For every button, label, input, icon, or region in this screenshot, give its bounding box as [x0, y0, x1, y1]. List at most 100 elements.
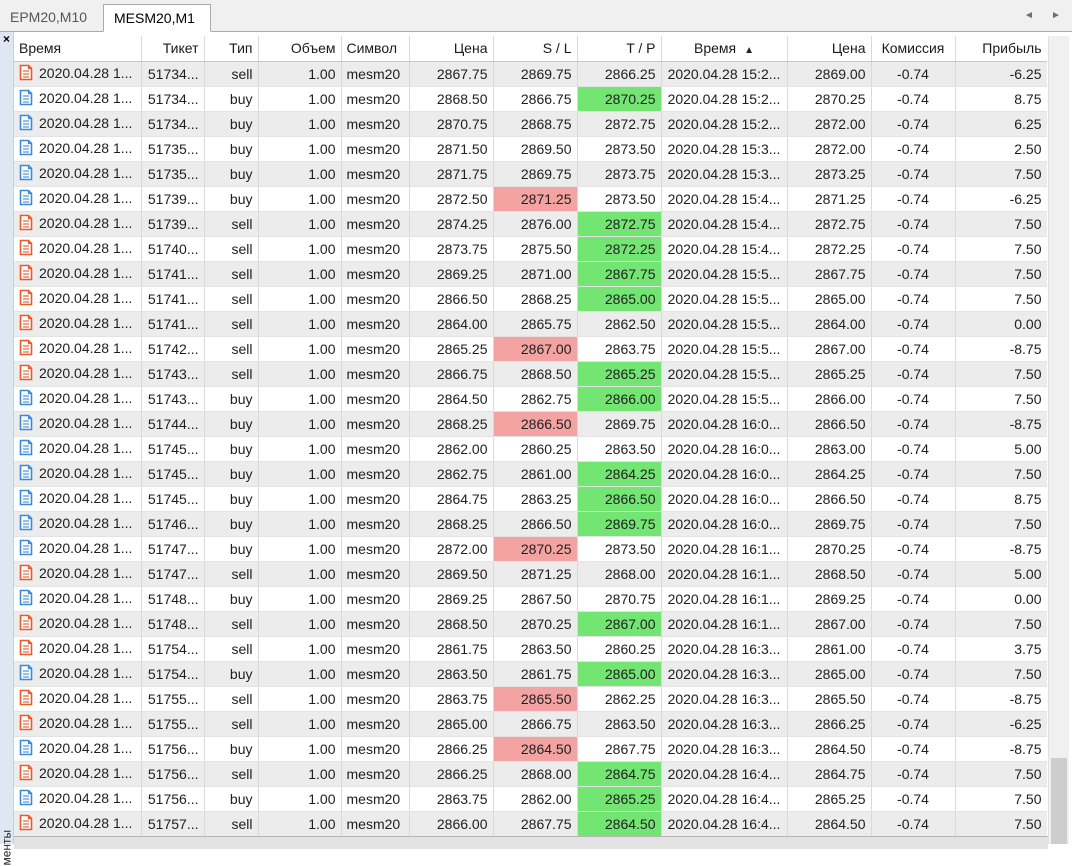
- column-header-tp[interactable]: T / P: [577, 36, 662, 62]
- cell-close-price: 2864.25: [787, 461, 872, 487]
- cell-sl: 2875.50: [493, 236, 578, 262]
- table-row[interactable]: 2020.04.28 1... 51741... sell 1.00 mesm20 286…: [14, 311, 1047, 337]
- cell-text: 2020.04.28 1...: [39, 114, 133, 131]
- cell-close-time: 2020.04.28 16:4...: [661, 811, 788, 836]
- table-row[interactable]: 2020.04.28 1... 51734... buy 1.00 mesm20 2870…: [14, 111, 1047, 137]
- table-row[interactable]: 2020.04.28 1... 51744... buy 1.00 mesm20 2868…: [14, 411, 1047, 437]
- cell-close-time: 2020.04.28 16:0...: [661, 436, 788, 462]
- cell-time: 2020.04.28 1...: [14, 736, 142, 762]
- cell-profit: 2.50: [955, 136, 1047, 162]
- table-row[interactable]: 2020.04.28 1... 51756... buy 1.00 mesm20 2866…: [14, 736, 1047, 762]
- table-row[interactable]: 2020.04.28 1... 51754... sell 1.00 mesm20 286…: [14, 636, 1047, 662]
- tab-mesm20-m1[interactable]: MESM20,M1: [103, 4, 211, 32]
- cell-tp: 2865.25: [577, 786, 662, 812]
- buy-order-icon: [19, 140, 33, 156]
- tabs-scroll-left-icon[interactable]: ◄: [1022, 8, 1036, 24]
- cell-symbol: mesm20: [341, 236, 410, 262]
- column-header-commission[interactable]: Комиссия: [871, 36, 956, 62]
- column-header-ticket[interactable]: Тикет: [141, 36, 205, 62]
- table-row[interactable]: 2020.04.28 1... 51755... sell 1.00 mesm20 286…: [14, 686, 1047, 712]
- cell-symbol: mesm20: [341, 461, 410, 487]
- table-row[interactable]: 2020.04.28 1... 51745... buy 1.00 mesm20 2862…: [14, 436, 1047, 462]
- cell-sl: 2870.25: [493, 611, 578, 637]
- table-row[interactable]: 2020.04.28 1... 51745... buy 1.00 mesm20 2862…: [14, 461, 1047, 487]
- sort-ascending-icon: ▲: [744, 45, 755, 57]
- tabs-scroll-right-icon[interactable]: ►: [1049, 8, 1063, 24]
- cell-close-price: 2870.25: [787, 536, 872, 562]
- cell-volume: 1.00: [258, 411, 342, 437]
- column-header-price[interactable]: Цена: [409, 36, 494, 62]
- cell-price: 2868.25: [409, 511, 494, 537]
- table-row[interactable]: 2020.04.28 1... 51745... buy 1.00 mesm20 2864…: [14, 486, 1047, 512]
- table-row[interactable]: 2020.04.28 1... 51741... sell 1.00 mesm20 286…: [14, 261, 1047, 287]
- cell-symbol: mesm20: [341, 161, 410, 187]
- table-row[interactable]: 2020.04.28 1... 51756... buy 1.00 mesm20 2863…: [14, 786, 1047, 812]
- column-header-close-price[interactable]: Цена: [787, 36, 872, 62]
- cell-price: 2868.25: [409, 411, 494, 437]
- column-header-type[interactable]: Тип: [204, 36, 259, 62]
- cell-sl: 2868.00: [493, 761, 578, 787]
- cell-type: buy: [204, 486, 259, 512]
- table-row[interactable]: 2020.04.28 1... 51739... sell 1.00 mesm20 287…: [14, 211, 1047, 237]
- table-row[interactable]: 2020.04.28 1... 51741... sell 1.00 mesm20 286…: [14, 286, 1047, 312]
- cell-sl: 2865.75: [493, 311, 578, 337]
- cell-time: 2020.04.28 1...: [14, 686, 142, 712]
- column-header-volume[interactable]: Объем: [258, 36, 342, 62]
- cell-symbol: mesm20: [341, 86, 410, 112]
- table-row[interactable]: 2020.04.28 1... 51740... sell 1.00 mesm20 287…: [14, 236, 1047, 262]
- table-row[interactable]: 2020.04.28 1... 51734... buy 1.00 mesm20 2868…: [14, 86, 1047, 112]
- cell-type: sell: [204, 61, 259, 87]
- cell-ticket: 51735...: [141, 161, 205, 187]
- table-row[interactable]: 2020.04.28 1... 51734... sell 1.00 mesm20 286…: [14, 61, 1047, 87]
- cell-symbol: mesm20: [341, 211, 410, 237]
- cell-ticket: 51741...: [141, 286, 205, 312]
- cell-time: 2020.04.28 1...: [14, 536, 142, 562]
- column-header-symbol[interactable]: Символ: [341, 36, 410, 62]
- trade-history-table: Время Тикет Тип Объем Символ Цена S / L T / P Вр…: [14, 36, 1047, 836]
- column-header-sl[interactable]: S / L: [493, 36, 578, 62]
- table-row[interactable]: 2020.04.28 1... 51742... sell 1.00 mesm20 286…: [14, 336, 1047, 362]
- column-header-close-time[interactable]: Время ▲: [661, 36, 788, 62]
- sell-order-icon: [19, 765, 33, 781]
- cell-ticket: 51757...: [141, 811, 205, 836]
- cell-symbol: mesm20: [341, 111, 410, 137]
- cell-text: 2020.04.28 1...: [39, 439, 133, 456]
- cell-time: 2020.04.28 1...: [14, 461, 142, 487]
- table-row[interactable]: 2020.04.28 1... 51748... buy 1.00 mesm20 2869…: [14, 586, 1047, 612]
- table-row[interactable]: 2020.04.28 1... 51748... sell 1.00 mesm20 286…: [14, 611, 1047, 637]
- table-row[interactable]: 2020.04.28 1... 51757... sell 1.00 mesm20 286…: [14, 811, 1047, 836]
- vertical-scrollbar[interactable]: [1048, 36, 1069, 844]
- table-row[interactable]: 2020.04.28 1... 51735... buy 1.00 mesm20 2871…: [14, 136, 1047, 162]
- cell-close-price: 2867.00: [787, 336, 872, 362]
- cell-price: 2864.75: [409, 486, 494, 512]
- cell-type: sell: [204, 336, 259, 362]
- cell-commission: -0.74: [871, 636, 956, 662]
- cell-close-price: 2873.25: [787, 161, 872, 187]
- table-row[interactable]: 2020.04.28 1... 51746... buy 1.00 mesm20 2868…: [14, 511, 1047, 537]
- table-row[interactable]: 2020.04.28 1... 51735... buy 1.00 mesm20 2871…: [14, 161, 1047, 187]
- cell-price: 2863.50: [409, 661, 494, 687]
- table-row[interactable]: 2020.04.28 1... 51756... sell 1.00 mesm20 286…: [14, 761, 1047, 787]
- tab-epm20-m10[interactable]: EPM20,M10: [0, 4, 103, 30]
- close-icon[interactable]: ×: [1, 33, 12, 45]
- table-row[interactable]: 2020.04.28 1... 51747... buy 1.00 mesm20 2872…: [14, 536, 1047, 562]
- table-row[interactable]: 2020.04.28 1... 51743... buy 1.00 mesm20 2864…: [14, 386, 1047, 412]
- cell-text: 2020.04.28 1...: [39, 414, 133, 431]
- table-row[interactable]: 2020.04.28 1... 51754... buy 1.00 mesm20 2863…: [14, 661, 1047, 687]
- table-row[interactable]: 2020.04.28 1... 51755... sell 1.00 mesm20 286…: [14, 711, 1047, 737]
- cell-symbol: mesm20: [341, 386, 410, 412]
- cell-volume: 1.00: [258, 811, 342, 836]
- cell-type: buy: [204, 186, 259, 212]
- sell-order-icon: [19, 315, 33, 331]
- cell-time: 2020.04.28 1...: [14, 411, 142, 437]
- table-row[interactable]: 2020.04.28 1... 51739... buy 1.00 mesm20 2872…: [14, 186, 1047, 212]
- cell-text: 2020.04.28 1...: [39, 164, 133, 181]
- table-row[interactable]: 2020.04.28 1... 51743... sell 1.00 mesm20 286…: [14, 361, 1047, 387]
- cell-volume: 1.00: [258, 361, 342, 387]
- cell-sl: 2867.50: [493, 586, 578, 612]
- table-row[interactable]: 2020.04.28 1... 51747... sell 1.00 mesm20 286…: [14, 561, 1047, 587]
- column-header-profit[interactable]: Прибыль: [955, 36, 1047, 62]
- scrollbar-thumb[interactable]: [1051, 758, 1067, 844]
- column-header-time[interactable]: Время: [14, 36, 142, 62]
- cell-tp: 2865.00: [577, 661, 662, 687]
